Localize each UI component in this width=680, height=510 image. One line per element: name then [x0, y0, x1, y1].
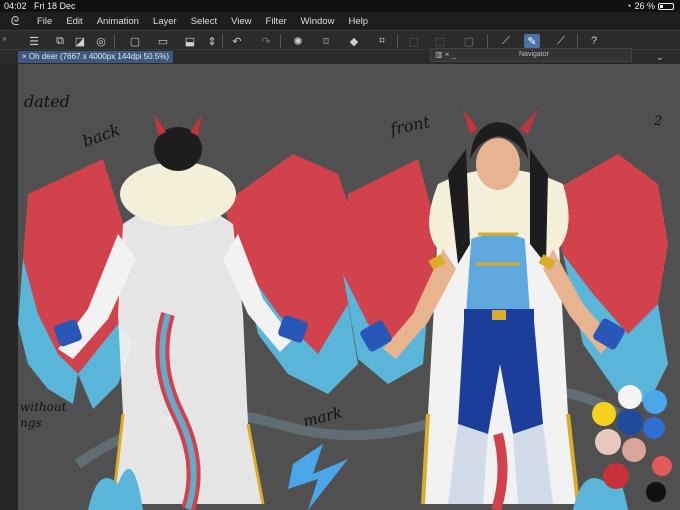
clear-layer-icon[interactable]: ⧈ — [318, 34, 334, 48]
transform-icon[interactable]: ⌗ — [374, 34, 390, 48]
command-bar: » ☰ ⧉ ◪ ◎ ▢ ▭ ⬓ ⇕ ↶ ↷ ✺ ⧈ ◆ ⌗ ⬚ ⬚ ▢ ⟋ ✎ … — [0, 30, 680, 50]
palette-swatch — [643, 417, 665, 439]
stepper-icon[interactable]: ⇕ — [204, 34, 220, 48]
palette-swatch — [643, 390, 667, 414]
menu-help[interactable]: Help — [341, 16, 375, 27]
document-tab[interactable]: × Oh deer (7667 x 4000px 144dpi 50.5%) — [18, 51, 174, 63]
undo-icon[interactable]: ↶ — [229, 34, 245, 48]
status-date: Fri 18 Dec — [34, 1, 76, 11]
battery-fill — [660, 4, 663, 8]
app-logo-icon[interactable]: ᘓ — [0, 14, 30, 29]
save-icon[interactable]: ⬓ — [182, 34, 198, 48]
toolbar-separator — [577, 34, 578, 48]
chevron-down-icon[interactable]: ⌄ — [656, 52, 664, 63]
front-right-horn — [520, 109, 538, 134]
clip-studio-icon[interactable]: ◎ — [93, 34, 109, 48]
annotation-ngs: ngs — [20, 416, 42, 430]
menu-select[interactable]: Select — [184, 16, 224, 27]
menu-window[interactable]: Window — [294, 16, 342, 27]
eraser-tool-icon[interactable]: ⟋ — [553, 34, 569, 48]
status-bar: 04:02 Fri 18 Dec ◔ 26 % — [0, 0, 680, 12]
back-fur-collar — [120, 162, 236, 226]
palette-swatch — [646, 482, 666, 502]
redo-icon[interactable]: ↷ — [258, 34, 274, 48]
palette-icon[interactable]: ◪ — [72, 34, 88, 48]
menu-edit[interactable]: Edit — [59, 16, 89, 27]
menu-layer[interactable]: Layer — [146, 16, 184, 27]
wifi-icon: ◔ — [626, 1, 632, 11]
quick-access-icon[interactable]: ⧉ — [52, 34, 68, 48]
palette-swatch — [618, 385, 642, 409]
mark-sketch — [288, 444, 348, 510]
hamburger-menu-icon[interactable]: ☰ — [26, 34, 42, 48]
selection-border-icon[interactable]: ▢ — [461, 34, 477, 48]
navigator-title: Navigator — [519, 51, 549, 58]
open-folder-icon[interactable]: ▭ — [155, 34, 171, 48]
ruler-icon[interactable]: ⟋ — [498, 34, 514, 48]
toolbar-separator — [280, 34, 281, 48]
palette-swatch — [592, 402, 616, 426]
back-right-horn — [190, 114, 202, 136]
toolbar-separator — [397, 34, 398, 48]
back-left-horn — [154, 114, 166, 136]
palette-swatch — [622, 438, 646, 462]
left-panel-strip: » — [0, 50, 18, 510]
annotation-top-left: dated — [24, 92, 70, 111]
menu-view[interactable]: View — [224, 16, 258, 27]
front-hair-right — [530, 149, 548, 264]
close-tab-icon[interactable]: × — [22, 52, 29, 61]
front-face — [476, 138, 520, 190]
battery-text: 26 % — [634, 1, 655, 11]
expand-left-icon[interactable]: » — [2, 34, 6, 43]
navigator-panel[interactable]: ▥ × _ Navigator — [430, 48, 632, 62]
status-time: 04:02 — [4, 1, 27, 11]
menu-filter[interactable]: Filter — [259, 16, 294, 27]
battery-icon — [658, 2, 674, 10]
menu-file[interactable]: File — [30, 16, 59, 27]
navigator-controls-icon[interactable]: ▥ × _ — [435, 50, 456, 59]
palette-swatch — [603, 463, 629, 489]
front-view-figure — [343, 109, 668, 510]
pen-tool-icon[interactable]: ✎ — [524, 34, 540, 48]
back-view-figure — [18, 114, 358, 510]
invert-selection-icon[interactable]: ⬚ — [432, 34, 448, 48]
annotation-without: without — [20, 400, 67, 414]
front-belt-buckle — [492, 310, 506, 320]
front-left-horn — [463, 109, 478, 134]
palette-swatch — [652, 456, 672, 476]
drawing-canvas[interactable]: dated back front mark without ngs 2 — [18, 64, 680, 510]
annotation-number: 2 — [654, 114, 663, 129]
palette-swatch — [595, 429, 621, 455]
help-icon[interactable]: ? — [586, 34, 602, 48]
toolbar-separator — [222, 34, 223, 48]
menu-animation[interactable]: Animation — [90, 16, 146, 27]
toolbar-separator — [114, 34, 115, 48]
menu-bar: ᘓ File Edit Animation Layer Select View … — [0, 12, 680, 30]
toolbar-separator — [487, 34, 488, 48]
document-tab-label: Oh deer (7667 x 4000px 144dpi 50.5%) — [28, 52, 170, 61]
new-file-icon[interactable]: ▢ — [127, 34, 143, 48]
loading-icon[interactable]: ✺ — [290, 34, 306, 48]
deselect-icon[interactable]: ⬚ — [406, 34, 422, 48]
palette-swatch — [617, 409, 643, 435]
fill-bucket-icon[interactable]: ◆ — [346, 34, 362, 48]
